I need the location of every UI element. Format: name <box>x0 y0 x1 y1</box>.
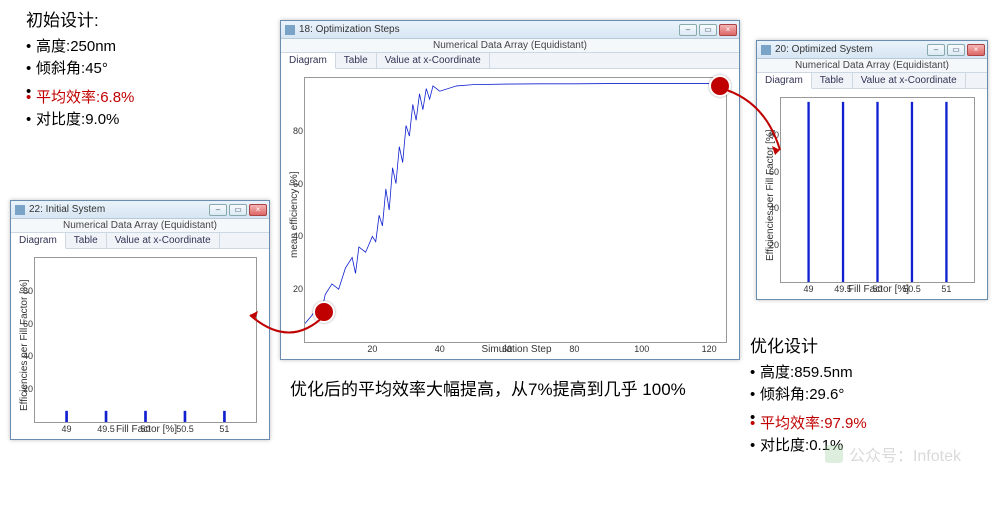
minimize-button[interactable]: – <box>927 44 945 56</box>
tab-diagram[interactable]: Diagram <box>281 53 336 69</box>
tab-table[interactable]: Table <box>812 73 853 88</box>
subtitle-right: Numerical Data Array (Equidistant) <box>757 59 987 73</box>
window-title-center: 18: Optimization Steps <box>299 24 679 35</box>
optimized-line-2: 平均效率:97.9% <box>750 413 867 436</box>
minimize-button[interactable]: – <box>679 24 697 36</box>
initial-line-0: 高度:250nm <box>26 36 134 59</box>
window-initial-system[interactable]: 22: Initial System – ▭ × Numerical Data … <box>10 200 270 440</box>
tabs-left: Diagram Table Value at x-Coordinate <box>11 233 269 249</box>
tab-value-at-x[interactable]: Value at x-Coordinate <box>377 53 490 68</box>
subtitle-left: Numerical Data Array (Equidistant) <box>11 219 269 233</box>
initial-line-2: 平均效率:6.8% <box>26 87 134 110</box>
initial-line-1: 倾斜角:45° <box>26 58 134 81</box>
tab-diagram[interactable]: Diagram <box>11 233 66 249</box>
tabs-right: Diagram Table Value at x-Coordinate <box>757 73 987 89</box>
maximize-button[interactable]: ▭ <box>699 24 717 36</box>
minimize-button[interactable]: – <box>209 204 227 216</box>
watermark: 公众号：Infotek <box>825 442 961 466</box>
app-icon <box>285 25 295 35</box>
close-button[interactable]: × <box>249 204 267 216</box>
app-icon <box>15 205 25 215</box>
marker-end-dot <box>709 75 731 97</box>
plot-left: 20406080 4949.55050.551 <box>34 257 257 423</box>
window-title-right: 20: Optimized System <box>775 44 927 55</box>
window-title-left: 22: Initial System <box>29 204 209 215</box>
maximize-button[interactable]: ▭ <box>229 204 247 216</box>
titlebar-right[interactable]: 20: Optimized System – ▭ × <box>757 41 987 59</box>
tab-value-at-x[interactable]: Value at x-Coordinate <box>853 73 966 88</box>
caption-text: 优化后的平均效率大幅提高，从7%提高到几乎 100% <box>290 376 710 403</box>
subtitle-center: Numerical Data Array (Equidistant) <box>281 39 739 53</box>
initial-list: 高度:250nm 倾斜角:45° 平均效率:6.8% 对比度:9.0% <box>26 36 134 132</box>
tab-value-at-x[interactable]: Value at x-Coordinate <box>107 233 220 248</box>
plot-area-left: Efficiencies per Fill Factor [%] 2040608… <box>11 249 269 439</box>
initial-design-block: 初始设计: 高度:250nm 倾斜角:45° 平均效率:6.8% 对比度:9.0… <box>26 8 134 132</box>
optimized-design-block: 优化设计 高度:859.5nm 倾斜角:29.6° 平均效率:97.9% 对比度… <box>750 334 867 458</box>
wechat-icon <box>825 445 843 463</box>
tab-table[interactable]: Table <box>336 53 377 68</box>
plot-right: 20406080 4949.55050.551 <box>780 97 975 283</box>
plot-area-center: mean efficiency [%] 20406080 20406080100… <box>281 69 739 359</box>
close-button[interactable]: × <box>967 44 985 56</box>
app-icon <box>761 45 771 55</box>
tab-diagram[interactable]: Diagram <box>757 73 812 89</box>
window-optimized-system[interactable]: 20: Optimized System – ▭ × Numerical Dat… <box>756 40 988 300</box>
maximize-button[interactable]: ▭ <box>947 44 965 56</box>
initial-heading: 初始设计: <box>26 8 134 34</box>
close-button[interactable]: × <box>719 24 737 36</box>
optimized-line-1: 倾斜角:29.6° <box>750 384 867 407</box>
plot-area-right: Efficiencies per Fill Factor [%] 2040608… <box>757 89 987 299</box>
titlebar-center[interactable]: 18: Optimization Steps – ▭ × <box>281 21 739 39</box>
marker-start-dot <box>313 301 335 323</box>
optimized-heading: 优化设计 <box>750 334 867 360</box>
titlebar-left[interactable]: 22: Initial System – ▭ × <box>11 201 269 219</box>
optimized-line-0: 高度:859.5nm <box>750 362 867 385</box>
tab-table[interactable]: Table <box>66 233 107 248</box>
initial-line-3: 对比度:9.0% <box>26 109 134 132</box>
plot-center: 20406080 20406080100120 <box>304 77 727 343</box>
window-optimization-steps[interactable]: 18: Optimization Steps – ▭ × Numerical D… <box>280 20 740 360</box>
tabs-center: Diagram Table Value at x-Coordinate <box>281 53 739 69</box>
